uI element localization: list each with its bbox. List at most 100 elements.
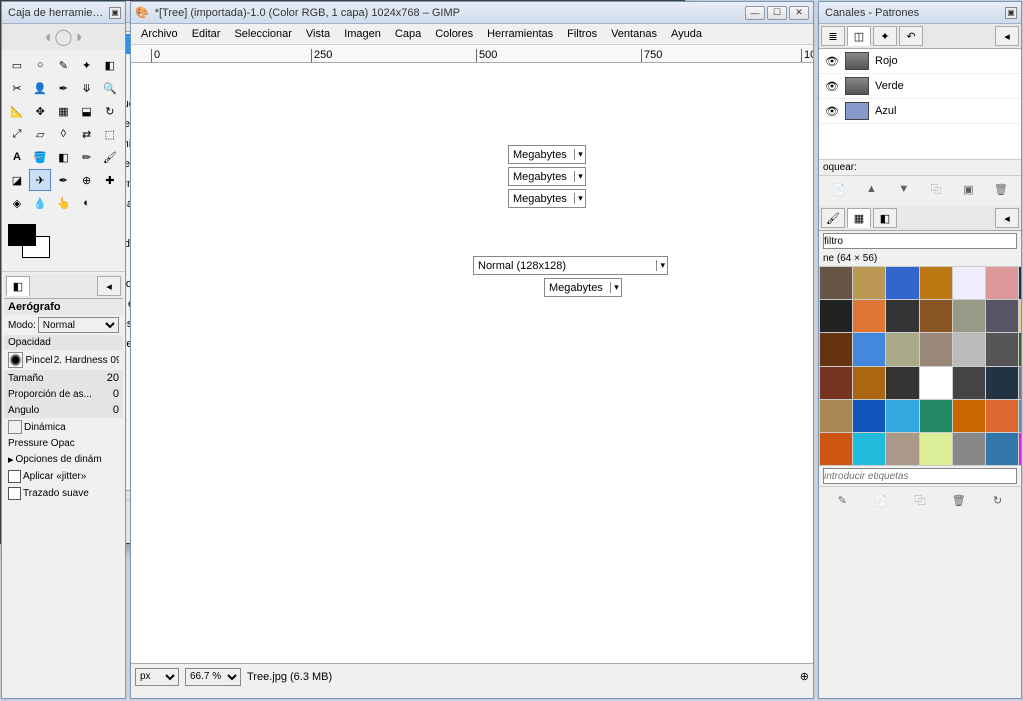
pattern-item[interactable]	[853, 433, 885, 465]
scale-tool[interactable]: ⤢	[6, 123, 28, 145]
menu-vista[interactable]: Vista	[300, 26, 336, 42]
unit-select[interactable]: px	[135, 668, 179, 686]
options-tab[interactable]: ◧	[6, 276, 30, 296]
pattern-item[interactable]	[986, 367, 1018, 399]
nav-icon[interactable]: ⊕	[800, 670, 809, 683]
pattern-item[interactable]	[920, 400, 952, 432]
expand-icon[interactable]: ▸	[8, 453, 14, 466]
heal-tool[interactable]: ✚	[99, 169, 121, 191]
move-tool[interactable]: ✥	[29, 100, 51, 122]
edit-pattern-icon[interactable]: ✎	[833, 491, 851, 509]
measure-tool[interactable]: 📐	[6, 100, 28, 122]
minimize-button[interactable]: —	[745, 6, 765, 20]
pattern-item[interactable]	[920, 367, 952, 399]
pattern-item[interactable]	[886, 267, 918, 299]
pattern-item[interactable]	[953, 333, 985, 365]
pattern-item[interactable]	[886, 367, 918, 399]
delete-icon[interactable]: 🗑	[992, 180, 1010, 198]
delete-pattern-icon[interactable]: 🗑	[950, 491, 968, 509]
zoom-select[interactable]: 66.7 %	[185, 668, 241, 686]
color-select-tool[interactable]: ◧	[99, 54, 121, 76]
pattern-item[interactable]	[953, 267, 985, 299]
smooth-checkbox[interactable]	[8, 487, 21, 500]
brushes-tab-icon[interactable]: 🖌	[821, 208, 845, 228]
eraser-tool[interactable]: ◪	[6, 169, 28, 191]
text-tool[interactable]: A	[6, 146, 28, 168]
brush-preview-icon[interactable]	[8, 352, 23, 368]
pattern-item[interactable]	[986, 433, 1018, 465]
color-picker-tool[interactable]: ⤋	[76, 77, 98, 99]
eye-icon[interactable]: 👁	[825, 105, 839, 118]
zoom-tool[interactable]: 🔍	[99, 77, 121, 99]
tab-menu-icon[interactable]: ◂	[995, 26, 1019, 46]
perspective-clone-tool[interactable]: ◈	[6, 192, 28, 214]
close-button[interactable]: ✕	[789, 6, 809, 20]
paintbrush-tool[interactable]: 🖌	[99, 146, 121, 168]
airbrush-tool[interactable]: ✈	[29, 169, 51, 191]
channel-row-green[interactable]: 👁 Verde	[819, 74, 1021, 99]
ruler-horizontal[interactable]: 0 250 500 750 1000	[131, 45, 813, 63]
pattern-item[interactable]	[820, 400, 852, 432]
eye-icon[interactable]: 👁	[825, 55, 839, 68]
to-selection-icon[interactable]: ▣	[959, 180, 977, 198]
shear-tool[interactable]: ▱	[29, 123, 51, 145]
pattern-item[interactable]	[953, 433, 985, 465]
thumb-max-unit[interactable]: Megabytes	[544, 278, 622, 297]
jitter-checkbox[interactable]	[8, 470, 21, 483]
pattern-item[interactable]	[886, 433, 918, 465]
layers-tab-icon[interactable]: ≣	[821, 26, 845, 46]
ink-tool[interactable]: ✒	[52, 169, 74, 191]
pattern-item[interactable]	[920, 267, 952, 299]
pattern-item[interactable]	[853, 367, 885, 399]
pattern-item[interactable]	[820, 300, 852, 332]
blend-tool[interactable]: ◧	[52, 146, 74, 168]
color-swatches[interactable]	[6, 222, 121, 267]
refresh-icon[interactable]: ↻	[989, 491, 1007, 509]
pattern-item[interactable]	[1019, 400, 1021, 432]
channel-row-blue[interactable]: 👁 Azul	[819, 99, 1021, 124]
crop-tool[interactable]: ⬓	[76, 100, 98, 122]
undo-mem-unit[interactable]: Megabytes	[508, 145, 586, 164]
blur-tool[interactable]: 💧	[29, 192, 51, 214]
menu-colores[interactable]: Colores	[429, 26, 479, 42]
cage-tool[interactable]: ⬚	[99, 123, 121, 145]
patterns-tab-icon[interactable]: ▦	[847, 208, 871, 228]
pattern-item[interactable]	[853, 300, 885, 332]
menu-seleccionar[interactable]: Seleccionar	[228, 26, 297, 42]
free-select-tool[interactable]: ✎	[52, 54, 74, 76]
foreground-tool[interactable]: 👤	[29, 77, 51, 99]
pattern-item[interactable]	[820, 267, 852, 299]
image-titlebar[interactable]: 🎨 *[Tree] (importada)-1.0 (Color RGB, 1 …	[131, 2, 813, 24]
pattern-item[interactable]	[1019, 333, 1021, 365]
paths-tool[interactable]: ✒	[52, 77, 74, 99]
menu-ventanas[interactable]: Ventanas	[605, 26, 663, 42]
gradients-tab-icon[interactable]: ◧	[873, 208, 897, 228]
tags-input[interactable]	[823, 468, 1017, 484]
new-pattern-icon[interactable]: 📄	[872, 491, 890, 509]
raise-icon[interactable]: ▲	[862, 180, 880, 198]
pattern-item[interactable]	[853, 333, 885, 365]
menu-herramientas[interactable]: Herramientas	[481, 26, 559, 42]
dynamic-icon[interactable]	[8, 420, 22, 434]
menu-editar[interactable]: Editar	[186, 26, 227, 42]
undo-tab-icon[interactable]: ↶	[899, 26, 923, 46]
dodge-tool[interactable]: ◐	[76, 192, 98, 214]
lower-icon[interactable]: ▼	[895, 180, 913, 198]
maximize-button[interactable]: ☐	[767, 6, 787, 20]
scissors-tool[interactable]: ✂	[6, 77, 28, 99]
duplicate-pattern-icon[interactable]: ⿻	[911, 491, 929, 509]
pattern-item[interactable]	[886, 333, 918, 365]
smudge-tool[interactable]: 👆	[52, 192, 74, 214]
menu-capa[interactable]: Capa	[389, 26, 427, 42]
dock-close-icon[interactable]: ▣	[109, 7, 121, 19]
pattern-item[interactable]	[853, 400, 885, 432]
canvas[interactable]	[131, 63, 813, 663]
pencil-tool[interactable]: ✏	[76, 146, 98, 168]
pattern-item[interactable]	[953, 367, 985, 399]
toolbox-titlebar[interactable]: Caja de herramient... ▣	[2, 2, 125, 24]
flip-tool[interactable]: ⇄	[76, 123, 98, 145]
rect-select-tool[interactable]: ▭	[6, 54, 28, 76]
perspective-tool[interactable]: ◊	[52, 123, 74, 145]
rotate-tool[interactable]: ↻	[99, 100, 121, 122]
pattern-item[interactable]	[1019, 433, 1021, 465]
